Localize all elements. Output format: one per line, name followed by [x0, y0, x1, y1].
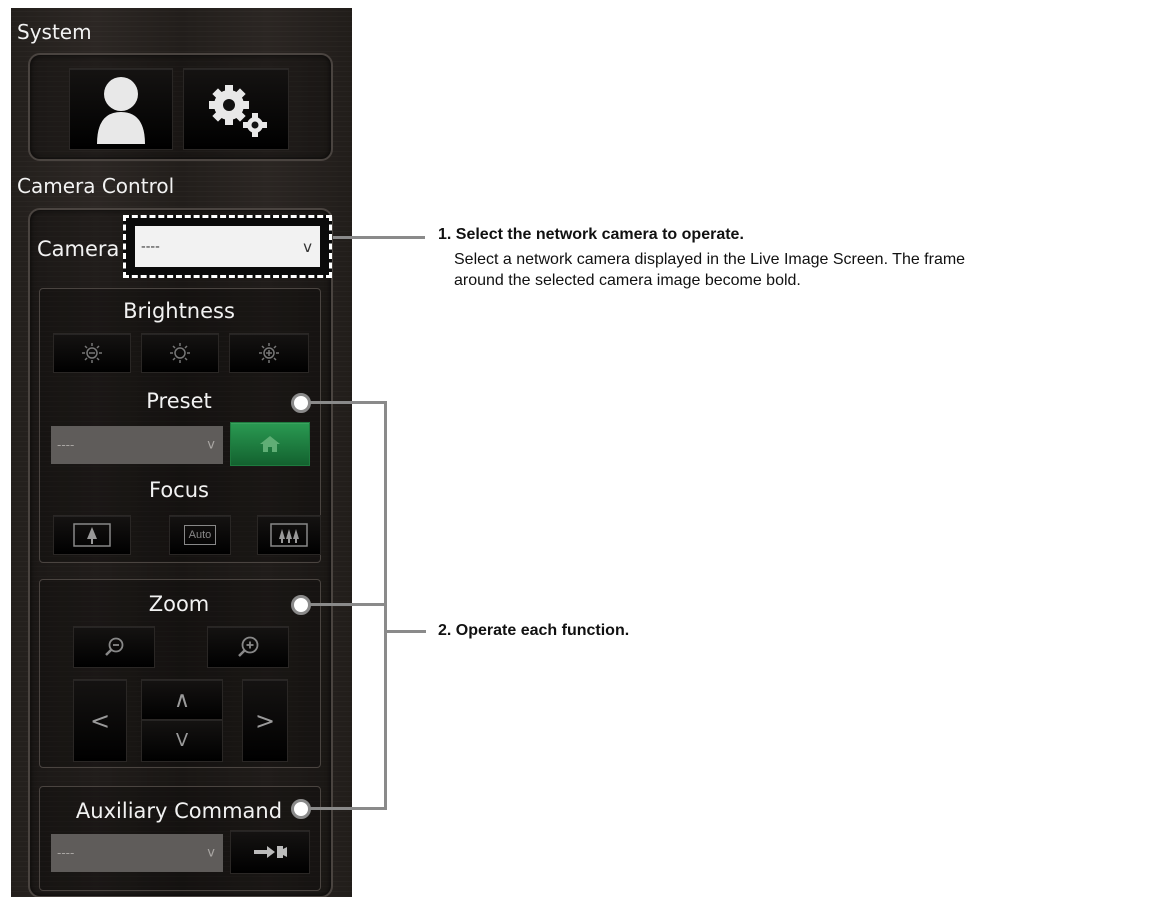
brightness-decrease-icon — [82, 343, 102, 363]
focus-near-icon — [73, 523, 111, 547]
side-panel: System Camera Control Camera ---- v Brig… — [11, 8, 352, 897]
focus-near-button[interactable] — [53, 515, 131, 555]
settings-gears-icon — [209, 85, 267, 137]
brightness-decrease-button[interactable] — [53, 333, 131, 373]
camera-label: Camera — [37, 237, 120, 261]
callout-1-line-2: around the selected camera image become … — [454, 272, 801, 289]
camera-select-value: ---- — [141, 239, 160, 254]
chevron-down-icon: v — [207, 845, 215, 861]
preset-label: Preset — [146, 389, 212, 413]
camera-select[interactable]: ---- v — [135, 226, 320, 267]
tilt-down-button[interactable]: V — [141, 719, 223, 762]
zoom-in-icon — [238, 636, 259, 657]
chevron-up-icon: ∧ — [173, 687, 191, 713]
callout-2-title: 2. Operate each function. — [438, 622, 630, 639]
auxiliary-select-value: ---- — [57, 846, 75, 860]
home-icon — [260, 436, 280, 452]
callout-dot-zoom — [291, 595, 311, 615]
focus-auto-button[interactable]: Auto — [169, 515, 231, 555]
callout-1-title: 1. Select the network camera to operate. — [438, 226, 744, 243]
callout-2-branch-preset — [310, 401, 387, 404]
pan-left-button[interactable]: < — [73, 679, 127, 762]
send-command-icon — [254, 846, 287, 858]
focus-auto-icon: Auto — [183, 525, 217, 545]
chevron-down-icon: V — [175, 730, 189, 751]
zoom-in-button[interactable] — [207, 626, 289, 668]
chevron-down-icon: v — [207, 437, 215, 453]
auxiliary-command-label: Auxiliary Command — [75, 799, 283, 823]
tilt-up-button[interactable]: ∧ — [141, 679, 223, 721]
brightness-reset-button[interactable] — [141, 333, 219, 373]
chevron-down-icon: v — [303, 237, 312, 256]
brightness-reset-icon — [170, 343, 190, 363]
pan-right-button[interactable]: > — [242, 679, 288, 762]
system-heading: System — [17, 20, 92, 44]
callout-dot-preset — [291, 393, 311, 413]
callout-2-line — [384, 630, 426, 633]
focus-far-icon — [270, 523, 308, 547]
zoom-out-button[interactable] — [73, 626, 155, 668]
callout-1-line — [333, 236, 425, 239]
user-icon — [97, 77, 145, 144]
send-command-button[interactable] — [230, 830, 310, 874]
chevron-right-icon: > — [254, 706, 276, 735]
auxiliary-command-select[interactable]: ---- v — [51, 834, 223, 872]
camera-control-heading: Camera Control — [17, 174, 175, 198]
callout-2-branch-zoom — [310, 603, 387, 606]
callout-dot-auxiliary — [291, 799, 311, 819]
callout-2-bracket — [384, 401, 387, 810]
preset-select[interactable]: ---- v — [51, 426, 223, 464]
preset-home-button[interactable] — [230, 422, 310, 466]
focus-far-button[interactable] — [257, 515, 321, 555]
brightness-label: Brightness — [123, 299, 235, 323]
brightness-increase-icon — [259, 343, 279, 363]
settings-button[interactable] — [183, 68, 289, 150]
user-button[interactable] — [69, 68, 173, 150]
brightness-increase-button[interactable] — [229, 333, 309, 373]
preset-select-value: ---- — [57, 438, 75, 452]
focus-label: Focus — [149, 478, 209, 502]
zoom-out-icon — [105, 637, 124, 656]
callout-1-line-1: Select a network camera displayed in the… — [454, 251, 966, 268]
chevron-left-icon: < — [89, 706, 111, 735]
callout-2-branch-auxiliary — [310, 807, 387, 810]
zoom-label: Zoom — [148, 592, 210, 616]
